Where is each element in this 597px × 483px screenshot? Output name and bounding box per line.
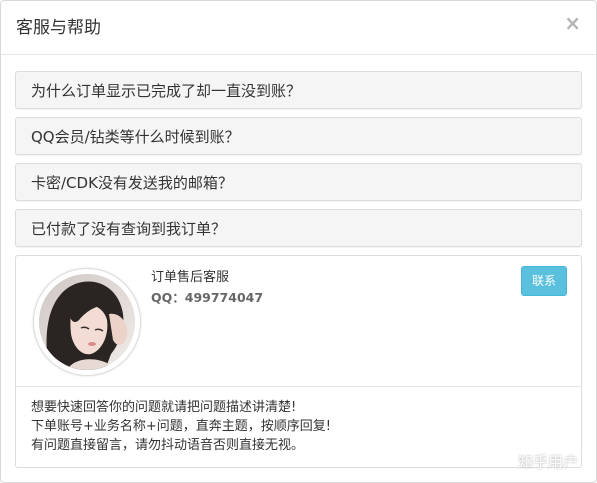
watermark: 知乎用户 — [517, 453, 578, 471]
close-icon[interactable]: × — [564, 13, 581, 33]
avatar-photo — [39, 274, 135, 370]
modal-header: 客服与帮助 × — [1, 1, 596, 55]
service-note: 下单账号+业务名称+问题，直奔主题，按顺序回复! — [31, 419, 331, 434]
service-note: 想要快速回答你的问题就请把问题描述讲清楚! — [31, 400, 297, 415]
faq-item-label: QQ会员/钻类等什么时候到账？ — [31, 128, 240, 146]
faq-item-label: 已付款了没有查询到我订单？ — [31, 220, 227, 238]
faq-item-order-not-found[interactable]: 已付款了没有查询到我订单？ — [15, 209, 582, 247]
faq-item-not-received[interactable]: 为什么订单显示已完成了却一直没到账？ — [15, 71, 582, 109]
service-qq: QQ：499774047 — [151, 290, 264, 305]
modal-title: 客服与帮助 — [16, 18, 101, 38]
panel-divider — [16, 386, 581, 387]
contact-button[interactable]: 联系 — [521, 266, 567, 296]
faq-item-label: 为什么订单显示已完成了却一直没到账？ — [31, 82, 302, 100]
faq-item-cdk-email[interactable]: 卡密/CDK没有发送我的邮箱？ — [15, 163, 582, 201]
faq-item-label: 卡密/CDK没有发送我的邮箱？ — [31, 174, 233, 192]
help-modal: 客服与帮助 × 为什么订单显示已完成了却一直没到账？ QQ会员/钻类等什么时候到… — [0, 0, 597, 483]
customer-service-panel: 订单售后客服 QQ：499774047 联系 想要快速回答你的问题就请把问题描述… — [15, 255, 582, 468]
service-note: 有问题直接留言，请勿抖动语音否则直接无视。 — [31, 438, 305, 453]
faq-item-qq-member[interactable]: QQ会员/钻类等什么时候到账？ — [15, 117, 582, 155]
avatar — [33, 268, 141, 376]
service-name: 订单售后客服 — [151, 270, 230, 285]
